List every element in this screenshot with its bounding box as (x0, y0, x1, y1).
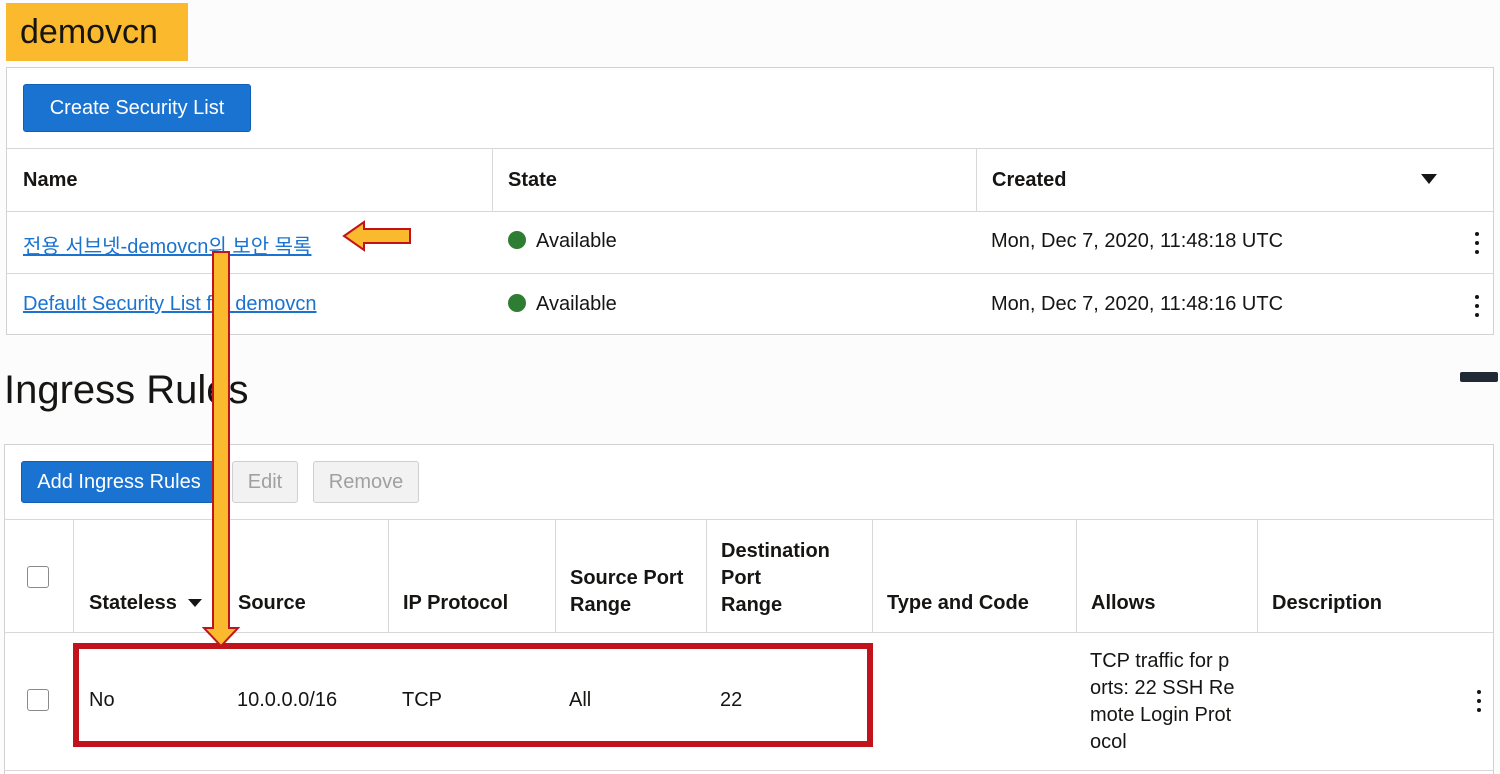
status-dot-icon (508, 294, 526, 312)
ingress-rules-heading: Ingress Rules (4, 368, 249, 412)
ingress-table-header: Stateless Source IP Protocol Source Port… (5, 519, 1493, 633)
state-cell: Available (508, 293, 617, 316)
security-lists-panel: Create Security List Name State Created … (6, 67, 1494, 335)
row-select-checkbox[interactable] (27, 689, 49, 711)
security-lists-header: Name State Created (7, 148, 1493, 212)
state-cell: Available (508, 230, 617, 253)
column-header-source-port-range[interactable]: Source Port Range (570, 565, 683, 619)
security-list-link[interactable]: 전용 서브넷-demovcn의 보안 목록 (23, 230, 311, 259)
created-cell: Mon, Dec 7, 2020, 11:48:16 UTC (991, 293, 1284, 315)
column-header-stateless[interactable]: Stateless (89, 592, 203, 615)
column-header-state[interactable]: State (508, 169, 557, 192)
column-header-source[interactable]: Source (238, 592, 306, 615)
sort-down-icon[interactable] (1421, 174, 1437, 184)
kebab-menu-icon[interactable] (1475, 232, 1479, 259)
column-header-created[interactable]: Created (992, 169, 1066, 192)
select-all-checkbox[interactable] (27, 566, 49, 588)
table-row: 전용 서브넷-demovcn의 보안 목록 Available Mon, Dec… (7, 211, 1493, 274)
created-cell: Mon, Dec 7, 2020, 11:48:18 UTC (991, 230, 1284, 252)
cropped-logo-fragment (1460, 372, 1498, 382)
column-header-name[interactable]: Name (23, 169, 77, 192)
state-label: Available (536, 230, 617, 252)
create-security-list-button[interactable]: Create Security List (23, 84, 251, 132)
edit-button[interactable]: Edit (232, 461, 298, 503)
column-header-ip-protocol[interactable]: IP Protocol (403, 592, 508, 615)
annotation-highlight-box (73, 643, 873, 747)
kebab-menu-icon[interactable] (1475, 295, 1479, 322)
state-label: Available (536, 293, 617, 315)
status-dot-icon (508, 231, 526, 249)
security-list-link[interactable]: Default Security List for demovcn (23, 293, 316, 316)
column-header-type-and-code[interactable]: Type and Code (887, 592, 1029, 615)
kebab-menu-icon[interactable] (1477, 690, 1481, 717)
add-ingress-rules-button[interactable]: Add Ingress Rules (21, 461, 217, 503)
column-header-description[interactable]: Description (1272, 592, 1382, 615)
sort-down-icon[interactable] (188, 599, 203, 607)
remove-button[interactable]: Remove (313, 461, 419, 503)
vcn-title: demovcn (6, 3, 188, 61)
column-header-allows[interactable]: Allows (1091, 592, 1155, 615)
table-row: Default Security List for demovcn Availa… (7, 274, 1493, 334)
allows-cell: TCP traffic for p orts: 22 SSH Re mote L… (1090, 650, 1235, 753)
column-header-destination-port-range[interactable]: Destination Port Range (721, 538, 830, 619)
